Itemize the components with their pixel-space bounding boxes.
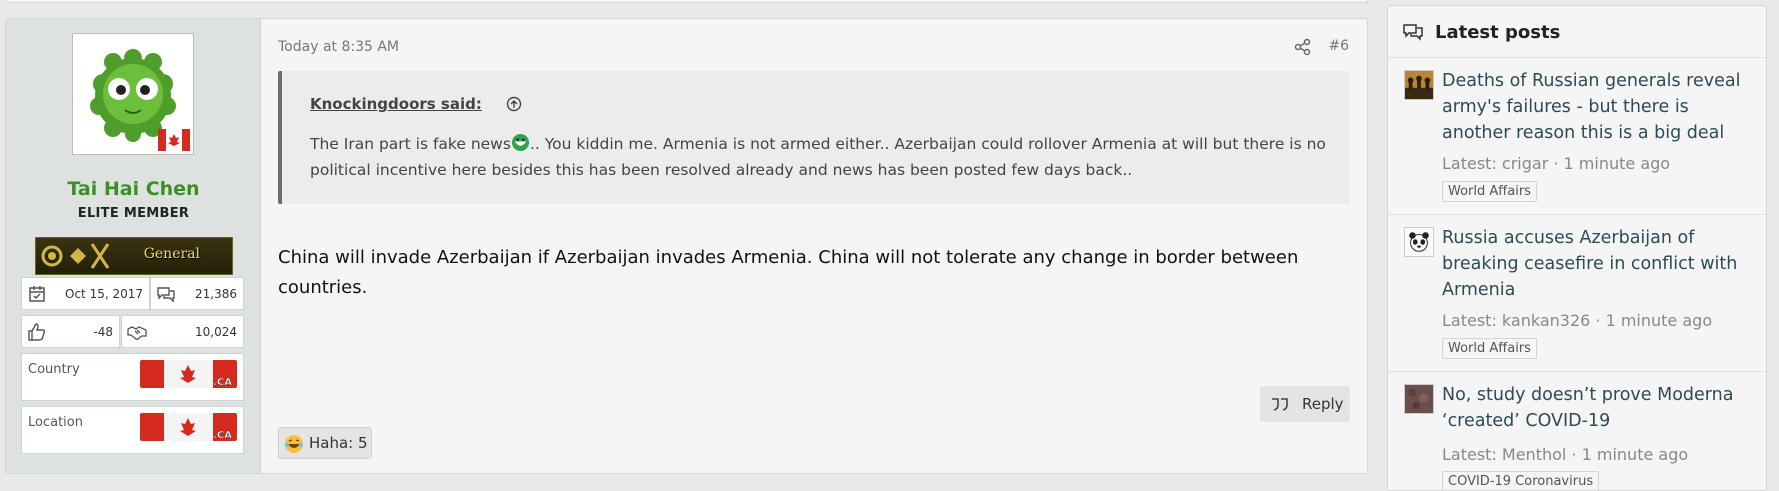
post-thumbnail[interactable] (1404, 384, 1434, 414)
avatar[interactable] (72, 33, 194, 155)
user-title: ELITE MEMBER (77, 206, 190, 221)
latest-post-title-link[interactable]: Deaths of Russian generals reveal army's… (1442, 68, 1752, 146)
points-value: 10,024 (195, 325, 237, 339)
latest-post-meta: Latest: crigar · 1 minute ago (1442, 154, 1671, 173)
canada-flag-banner-icon: .CA (140, 413, 237, 441)
location-label: Location (28, 415, 83, 430)
location-field: Location .CA (21, 406, 244, 454)
quote-text-part-1: The Iran part is fake news (310, 135, 511, 153)
quote-text: The Iran part is fake news.. You kiddin … (310, 131, 1326, 183)
reaction-label: Haha: 5 (309, 434, 368, 452)
latest-post-item: Deaths of Russian generals reveal army's… (1388, 59, 1766, 215)
flag-text: .CA (213, 430, 232, 441)
post-thumbnail[interactable] (1404, 227, 1434, 257)
rank-label: General (143, 246, 200, 262)
post-message: China will invade Azerbaijan if Azerbaij… (278, 247, 1299, 298)
post-number[interactable]: #6 (1328, 38, 1349, 54)
joined-date-stat: Oct 15, 2017 (21, 277, 150, 310)
canada-flag-icon (158, 129, 190, 151)
thumbs-up-icon (28, 323, 46, 341)
quote-marks-icon (1272, 398, 1288, 411)
forum-tag[interactable]: World Affairs (1442, 181, 1537, 202)
messages-value: 21,386 (195, 287, 237, 301)
country-label: Country (28, 362, 80, 377)
previous-post-edge (5, 0, 1368, 3)
quote-author-link[interactable]: Knockingdoors said: (310, 95, 482, 113)
latest-post-title-link[interactable]: No, study doesn’t prove Moderna ‘created… (1442, 382, 1752, 434)
user-info-column: Tai Hai Chen ELITE MEMBER General Oct 15… (6, 19, 261, 473)
reaction-summary[interactable]: Haha: 5 (278, 427, 372, 459)
post-thumbnail[interactable] (1404, 70, 1434, 100)
joined-date-value: Oct 15, 2017 (65, 287, 143, 301)
post-body: Today at 8:35 AM #6 Knockingdoors said: … (261, 19, 1367, 473)
canada-flag-banner-icon: .CA (140, 360, 237, 388)
messages-stat: 21,386 (150, 277, 244, 310)
handshake-icon (127, 326, 147, 340)
latest-post-title-link[interactable]: Russia accuses Azerbaijan of breaking ce… (1442, 225, 1752, 303)
forum-tag[interactable]: COVID-19 Coronavirus (1442, 471, 1600, 490)
forum-post: Tai Hai Chen ELITE MEMBER General Oct 15… (5, 18, 1368, 474)
reply-label: Reply (1302, 395, 1344, 413)
country-field: Country .CA (21, 353, 244, 401)
reaction-score-stat: -48 (21, 315, 120, 348)
comments-icon (1403, 24, 1423, 41)
laughing-emoji-icon (285, 435, 303, 453)
rank-insignia-icon (41, 243, 110, 269)
latest-post-meta: Latest: Menthol · 1 minute ago (1442, 445, 1689, 464)
comments-icon (157, 287, 175, 303)
forum-tag[interactable]: World Affairs (1442, 338, 1537, 359)
latest-posts-widget: Latest posts Deaths of Russian generals … (1387, 5, 1767, 491)
latest-post-meta: Latest: kankan326 · 1 minute ago (1442, 311, 1713, 330)
flag-text: .CA (213, 377, 232, 388)
calendar-check-icon (29, 286, 45, 302)
reply-button[interactable]: Reply (1260, 386, 1350, 422)
widget-title: Latest posts (1435, 22, 1561, 43)
jump-to-quote-icon[interactable] (506, 96, 522, 112)
reaction-score-value: -48 (93, 325, 113, 339)
widget-header: Latest posts (1388, 6, 1766, 58)
username[interactable]: Tai Hai Chen (6, 178, 261, 200)
rank-banner: General (35, 237, 233, 275)
grin-emoji-icon (511, 133, 529, 152)
latest-post-item: No, study doesn’t prove Moderna ‘created… (1388, 373, 1766, 490)
points-stat: 10,024 (121, 315, 244, 348)
latest-post-item: Russia accuses Azerbaijan of breaking ce… (1388, 216, 1766, 372)
quote-block: Knockingdoors said: The Iran part is fak… (278, 71, 1350, 204)
post-date[interactable]: Today at 8:35 AM (278, 39, 399, 55)
share-icon[interactable] (1294, 38, 1312, 56)
